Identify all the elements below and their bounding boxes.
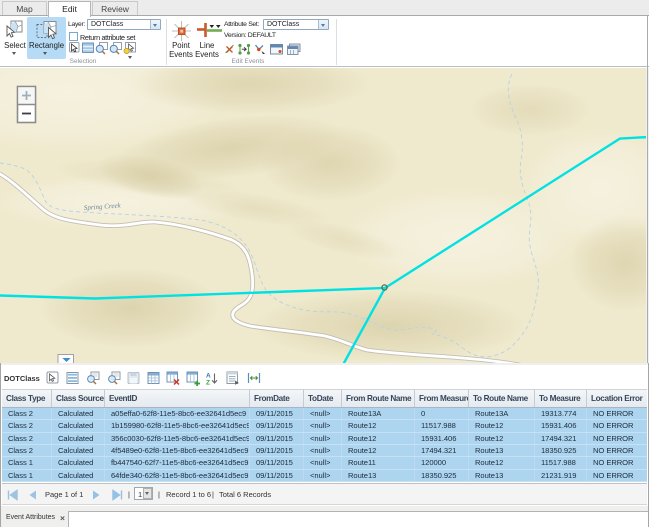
svg-text:A: A [206, 373, 211, 380]
svg-text:Z: Z [206, 380, 210, 387]
